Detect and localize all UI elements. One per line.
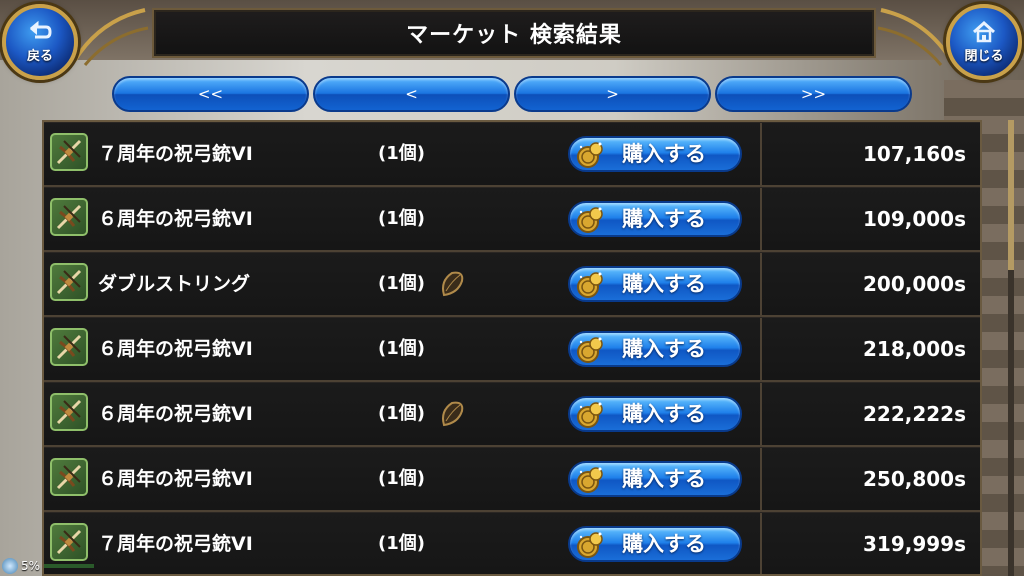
- buy-button[interactable]: 購入する: [568, 136, 742, 172]
- row-divider: [760, 123, 762, 185]
- row-divider: [760, 253, 762, 315]
- item-name: ７周年の祝弓銃VI: [98, 143, 253, 165]
- row-divider: [760, 513, 762, 574]
- crossbow-icon: [50, 198, 88, 236]
- buy-button-label: 購入する: [622, 142, 706, 166]
- crossbow-icon: [50, 263, 88, 301]
- close-button-label: 閉じる: [964, 48, 1004, 64]
- item-name: ７周年の祝弓銃VI: [98, 533, 253, 555]
- home-icon: [972, 20, 996, 42]
- seed-icon: [438, 399, 466, 429]
- prev-page-button[interactable]: <: [313, 76, 510, 112]
- listing-row[interactable]: ダブルストリング (1個) 購入する 200,000s: [44, 253, 980, 317]
- item-price: 319,999s: [863, 532, 966, 556]
- coin-icon: [576, 271, 604, 299]
- scrollbar-thumb[interactable]: [1008, 120, 1014, 270]
- first-page-button[interactable]: <<: [112, 76, 309, 112]
- buy-button-label: 購入する: [622, 532, 706, 556]
- item-name: ６周年の祝弓銃VI: [98, 468, 253, 490]
- crossbow-icon: [50, 393, 88, 431]
- undo-arrow-icon: [30, 20, 52, 38]
- coin-icon: [576, 141, 604, 169]
- coin-icon: [576, 336, 604, 364]
- buy-button[interactable]: 購入する: [568, 461, 742, 497]
- buy-button[interactable]: 購入する: [568, 396, 742, 432]
- row-divider: [760, 383, 762, 445]
- item-price: 222,222s: [863, 402, 966, 426]
- listing-row[interactable]: ６周年の祝弓銃VI (1個) 購入する 250,800s: [44, 448, 980, 512]
- seed-icon: [438, 269, 466, 299]
- item-quantity: (1個): [378, 143, 425, 164]
- buy-button-label: 購入する: [622, 337, 706, 361]
- item-price: 218,000s: [863, 337, 966, 361]
- coin-icon: [576, 531, 604, 559]
- crossbow-icon: [50, 328, 88, 366]
- buy-button[interactable]: 購入する: [568, 201, 742, 237]
- scrollbar[interactable]: [1008, 120, 1014, 576]
- row-divider: [760, 318, 762, 380]
- right-ornament: [877, 8, 953, 66]
- listing-list: ７周年の祝弓銃VI (1個) 購入する 107,160s ６周年の祝弓銃VI (1個) 購入…: [42, 120, 982, 576]
- last-page-button[interactable]: >>: [715, 76, 912, 112]
- buy-button[interactable]: 購入する: [568, 331, 742, 367]
- buy-button[interactable]: 購入する: [568, 526, 742, 562]
- item-name: ６周年の祝弓銃VI: [98, 208, 253, 230]
- item-quantity: (1個): [378, 273, 425, 294]
- status-indicator: 5%: [2, 556, 95, 576]
- close-button[interactable]: 閉じる: [946, 4, 1022, 80]
- item-quantity: (1個): [378, 208, 425, 229]
- listing-row[interactable]: ６周年の祝弓銃VI (1個) 購入する 222,222s: [44, 383, 980, 447]
- next-page-button[interactable]: >: [514, 76, 711, 112]
- title-plate: マーケット 検索結果: [152, 8, 876, 58]
- battery-icon: [2, 558, 18, 574]
- coin-icon: [576, 401, 604, 429]
- item-quantity: (1個): [378, 533, 425, 554]
- listing-row[interactable]: ７周年の祝弓銃VI (1個) 購入する 107,160s: [44, 123, 980, 187]
- listing-row[interactable]: ７周年の祝弓銃VI (1個) 購入する 319,999s: [44, 513, 980, 574]
- buy-button-label: 購入する: [622, 207, 706, 231]
- item-name: ６周年の祝弓銃VI: [98, 403, 253, 425]
- listing-row[interactable]: ６周年の祝弓銃VI (1個) 購入する 218,000s: [44, 318, 980, 382]
- buy-button-label: 購入する: [622, 467, 706, 491]
- buy-button-label: 購入する: [622, 402, 706, 426]
- crossbow-icon: [50, 133, 88, 171]
- row-divider: [760, 188, 762, 250]
- buy-button[interactable]: 購入する: [568, 266, 742, 302]
- item-quantity: (1個): [378, 403, 425, 424]
- crossbow-icon: [50, 458, 88, 496]
- left-ornament: [73, 8, 149, 66]
- listing-row[interactable]: ６周年の祝弓銃VI (1個) 購入する 109,000s: [44, 188, 980, 252]
- item-name: ６周年の祝弓銃VI: [98, 338, 253, 360]
- coin-icon: [576, 466, 604, 494]
- item-price: 109,000s: [863, 207, 966, 231]
- item-price: 200,000s: [863, 272, 966, 296]
- buy-button-label: 購入する: [622, 272, 706, 296]
- coin-icon: [576, 206, 604, 234]
- pager: << < > >>: [112, 76, 912, 114]
- page-title: マーケット 検索結果: [406, 23, 622, 48]
- item-quantity: (1個): [378, 468, 425, 489]
- item-quantity: (1個): [378, 338, 425, 359]
- item-price: 107,160s: [863, 142, 966, 166]
- item-price: 250,800s: [863, 467, 966, 491]
- back-button-label: 戻る: [26, 48, 53, 64]
- battery-bar: [44, 564, 95, 568]
- battery-percent: 5%: [21, 559, 41, 573]
- row-divider: [760, 448, 762, 510]
- back-button[interactable]: 戻る: [2, 4, 78, 80]
- item-name: ダブルストリング: [98, 273, 251, 295]
